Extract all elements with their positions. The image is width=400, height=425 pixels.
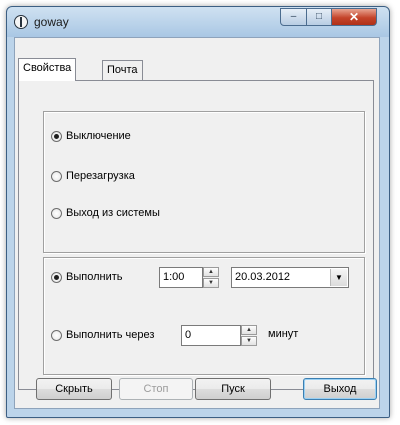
time-spin-up-icon[interactable]: ▲ xyxy=(203,267,219,277)
radio-restart-row[interactable]: Перезагрузка xyxy=(51,170,135,182)
radio-logoff-label: Выход из системы xyxy=(66,207,160,219)
minimize-button[interactable]: – xyxy=(280,8,307,26)
app-icon xyxy=(14,15,28,29)
app-window: goway – □ ✕ Свойства Почта Выключение Пе… xyxy=(6,6,390,418)
start-button[interactable]: Пуск xyxy=(195,378,271,400)
radio-run-after-row[interactable]: Выполнить через xyxy=(51,329,154,341)
radio-run-at-row[interactable]: Выполнить xyxy=(51,271,122,283)
schedule-group: Выполнить 1:00 ▲ ▼ 20.03.2012 ▼ Выполнит… xyxy=(43,257,365,375)
action-group: Выключение Перезагрузка Выход из системы xyxy=(43,111,365,253)
radio-run-after-label: Выполнить через xyxy=(66,329,155,341)
exit-button[interactable]: Выход xyxy=(303,378,377,400)
time-spinner[interactable]: ▲ ▼ xyxy=(203,267,219,288)
time-spin-down-icon[interactable]: ▼ xyxy=(203,278,219,288)
client-area: Свойства Почта Выключение Перезагрузка В… xyxy=(14,37,380,409)
window-title: goway xyxy=(34,15,69,29)
radio-logoff-row[interactable]: Выход из системы xyxy=(51,207,160,219)
radio-shutdown-label: Выключение xyxy=(66,130,131,142)
hide-button[interactable]: Скрыть xyxy=(36,378,112,400)
date-picker[interactable]: 20.03.2012 ▼ xyxy=(231,267,349,288)
minutes-spin-up-icon[interactable]: ▲ xyxy=(241,325,257,335)
radio-shutdown-row[interactable]: Выключение xyxy=(51,130,131,142)
radio-run-at[interactable] xyxy=(51,271,62,283)
minutes-unit-label: минут xyxy=(268,328,299,340)
maximize-button[interactable]: □ xyxy=(306,8,332,26)
tab-mail[interactable]: Почта xyxy=(102,60,143,80)
date-value: 20.03.2012 xyxy=(235,271,291,283)
minutes-spin-down-icon[interactable]: ▼ xyxy=(241,336,257,346)
chevron-down-icon[interactable]: ▼ xyxy=(330,269,347,286)
title-bar[interactable]: goway – □ ✕ xyxy=(7,7,389,37)
radio-logoff[interactable] xyxy=(51,207,62,219)
radio-restart-label: Перезагрузка xyxy=(66,170,135,182)
close-button[interactable]: ✕ xyxy=(331,8,377,26)
tab-panel-properties: Выключение Перезагрузка Выход из системы… xyxy=(18,80,374,390)
minutes-input[interactable]: 0 xyxy=(181,325,241,346)
tab-properties[interactable]: Свойства xyxy=(18,58,77,81)
stop-button[interactable]: Стоп xyxy=(119,378,193,400)
time-input[interactable]: 1:00 xyxy=(159,267,203,288)
radio-run-at-label: Выполнить xyxy=(66,271,123,283)
radio-run-after[interactable] xyxy=(51,329,62,341)
minutes-spinner[interactable]: ▲ ▼ xyxy=(241,325,257,346)
radio-restart[interactable] xyxy=(51,170,62,182)
radio-shutdown[interactable] xyxy=(51,130,62,142)
